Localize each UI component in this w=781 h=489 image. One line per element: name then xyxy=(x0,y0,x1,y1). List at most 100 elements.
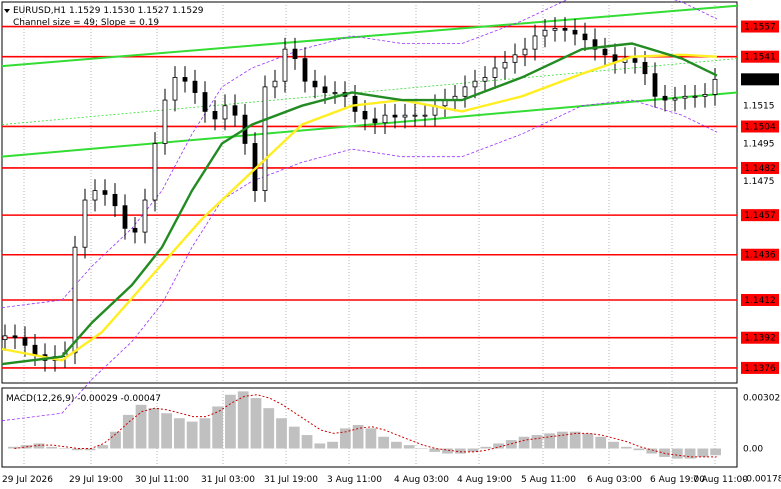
macd-hist-bar xyxy=(59,448,70,450)
macd-hist-bar xyxy=(288,426,300,449)
candle-body xyxy=(222,105,228,120)
ma-slow-line xyxy=(1,53,718,362)
macd-hist-bar xyxy=(697,448,709,457)
candle-body xyxy=(82,199,88,248)
y-tick-label: 1.1515 xyxy=(743,102,775,112)
macd-hist-bar xyxy=(237,391,249,449)
candle-body xyxy=(182,77,188,82)
macd-hist-bar xyxy=(557,431,568,449)
macd-hist-bar xyxy=(186,421,198,449)
dropdown-triangle-icon[interactable] xyxy=(4,9,10,13)
candle-body xyxy=(552,28,558,31)
x-tick-label: 30 Jul 11:00 xyxy=(135,475,189,485)
x-tick-label: 29 Jul 19:00 xyxy=(69,475,123,485)
level-label: 1.1482 xyxy=(744,164,776,174)
macd-hist-bar xyxy=(314,443,326,449)
level-label: 1.1457 xyxy=(744,211,776,221)
level-label: 1.1541 xyxy=(744,53,776,63)
macd-hist-bar xyxy=(212,406,224,449)
candle-body xyxy=(652,73,658,97)
level-label: 1.1412 xyxy=(744,296,776,306)
macd-hist-bar xyxy=(301,435,313,449)
macd-hist-bar xyxy=(46,446,58,449)
candle-body xyxy=(662,95,668,101)
macd-hist-bar xyxy=(633,448,645,451)
macd-hist-bar xyxy=(199,418,211,449)
candle-body xyxy=(102,190,108,195)
candle-body xyxy=(362,110,368,120)
candle-body xyxy=(302,58,308,82)
level-label: 1.1504 xyxy=(744,122,776,132)
level-label: 1.1376 xyxy=(744,364,776,374)
candle-body xyxy=(292,48,298,59)
candle-body xyxy=(412,114,418,117)
macd-hist-bar xyxy=(71,448,83,451)
macd-hist-bar xyxy=(416,448,428,450)
macd-hist-bar xyxy=(378,436,390,449)
candle-body xyxy=(232,105,238,116)
candle-body xyxy=(122,205,128,229)
price-chart[interactable]: 1.1557 1.1541 1.1504 1.1482 1.1457 1.1436 1.14… xyxy=(0,0,781,489)
candle-body xyxy=(512,54,518,63)
macd-hist-bar xyxy=(20,445,32,449)
candle-body xyxy=(212,110,218,120)
macd-hist-bar xyxy=(595,436,607,449)
macd-hist-bar xyxy=(263,408,275,449)
macd-title: MACD(12,26,9) -0.00029 -0.00047 xyxy=(6,394,161,404)
macd-hist-bar xyxy=(518,436,530,449)
candle-body xyxy=(262,86,268,192)
x-tick-label: 4 Aug 03:00 xyxy=(394,475,449,485)
candle-body xyxy=(142,199,148,233)
channel-middle-line xyxy=(1,58,738,125)
macd-y-tick-label: 0.00302 xyxy=(743,394,780,404)
x-tick-label: 4 Aug 19:00 xyxy=(457,475,512,485)
macd-hist-bar xyxy=(582,433,594,449)
y-tick-label: 1.1475 xyxy=(743,177,775,187)
candle-body xyxy=(202,92,208,112)
macd-hist-bar xyxy=(710,448,721,456)
macd-hist-bar xyxy=(531,435,543,449)
candle-body xyxy=(92,190,98,201)
macd-hist-bar xyxy=(122,414,134,449)
macd-hist-bar xyxy=(671,448,683,459)
candle-body xyxy=(542,29,548,37)
candle-body xyxy=(12,335,18,339)
candle-body xyxy=(112,193,118,207)
macd-hist-bar xyxy=(148,408,160,449)
symbol-info: EURUSD,H1 1.1529 1.1530 1.1527 1.1529 xyxy=(13,6,204,16)
x-tick-label: 7 Aug 11:00 xyxy=(693,475,748,485)
candle-body xyxy=(2,335,8,341)
candle-body xyxy=(492,67,498,78)
x-tick-label: 3 Aug 11:00 xyxy=(327,475,382,485)
candle-body xyxy=(152,143,158,201)
candle-body xyxy=(582,33,588,41)
level-label: 1.1557 xyxy=(744,23,776,33)
candle-body xyxy=(312,80,318,88)
macd-hist-bar xyxy=(480,446,492,449)
current-price-label: 1.1529 xyxy=(744,75,776,85)
candle-body xyxy=(642,61,648,75)
macd-y-tick-label: -0.00178 xyxy=(743,474,781,484)
x-tick-label: 6 Aug 03:00 xyxy=(587,475,642,485)
channel-info: Channel size = 49; Slope = 0.19 xyxy=(13,18,159,28)
candle-body xyxy=(692,95,698,98)
macd-hist-bar xyxy=(352,424,364,449)
macd-y-tick-label: 0.00 xyxy=(743,445,763,455)
macd-hist-bar xyxy=(544,433,556,449)
macd-hist-bar xyxy=(250,398,262,449)
candle-body xyxy=(332,92,338,94)
macd-hist-bar xyxy=(276,418,287,449)
candle-body xyxy=(322,86,328,93)
macd-hist-bar xyxy=(173,418,185,449)
candle-body xyxy=(132,227,138,233)
candle-body xyxy=(462,86,468,97)
macd-hist-bar xyxy=(135,404,147,449)
candle-body xyxy=(382,114,388,124)
candle-body xyxy=(502,61,508,69)
candle-body xyxy=(32,344,38,356)
y-tick-label: 1.1495 xyxy=(743,139,775,149)
x-tick-label: 31 Jul 19:00 xyxy=(264,475,318,485)
candle-body xyxy=(402,114,408,118)
candle-body xyxy=(702,94,708,97)
macd-hist-bar xyxy=(608,441,619,449)
